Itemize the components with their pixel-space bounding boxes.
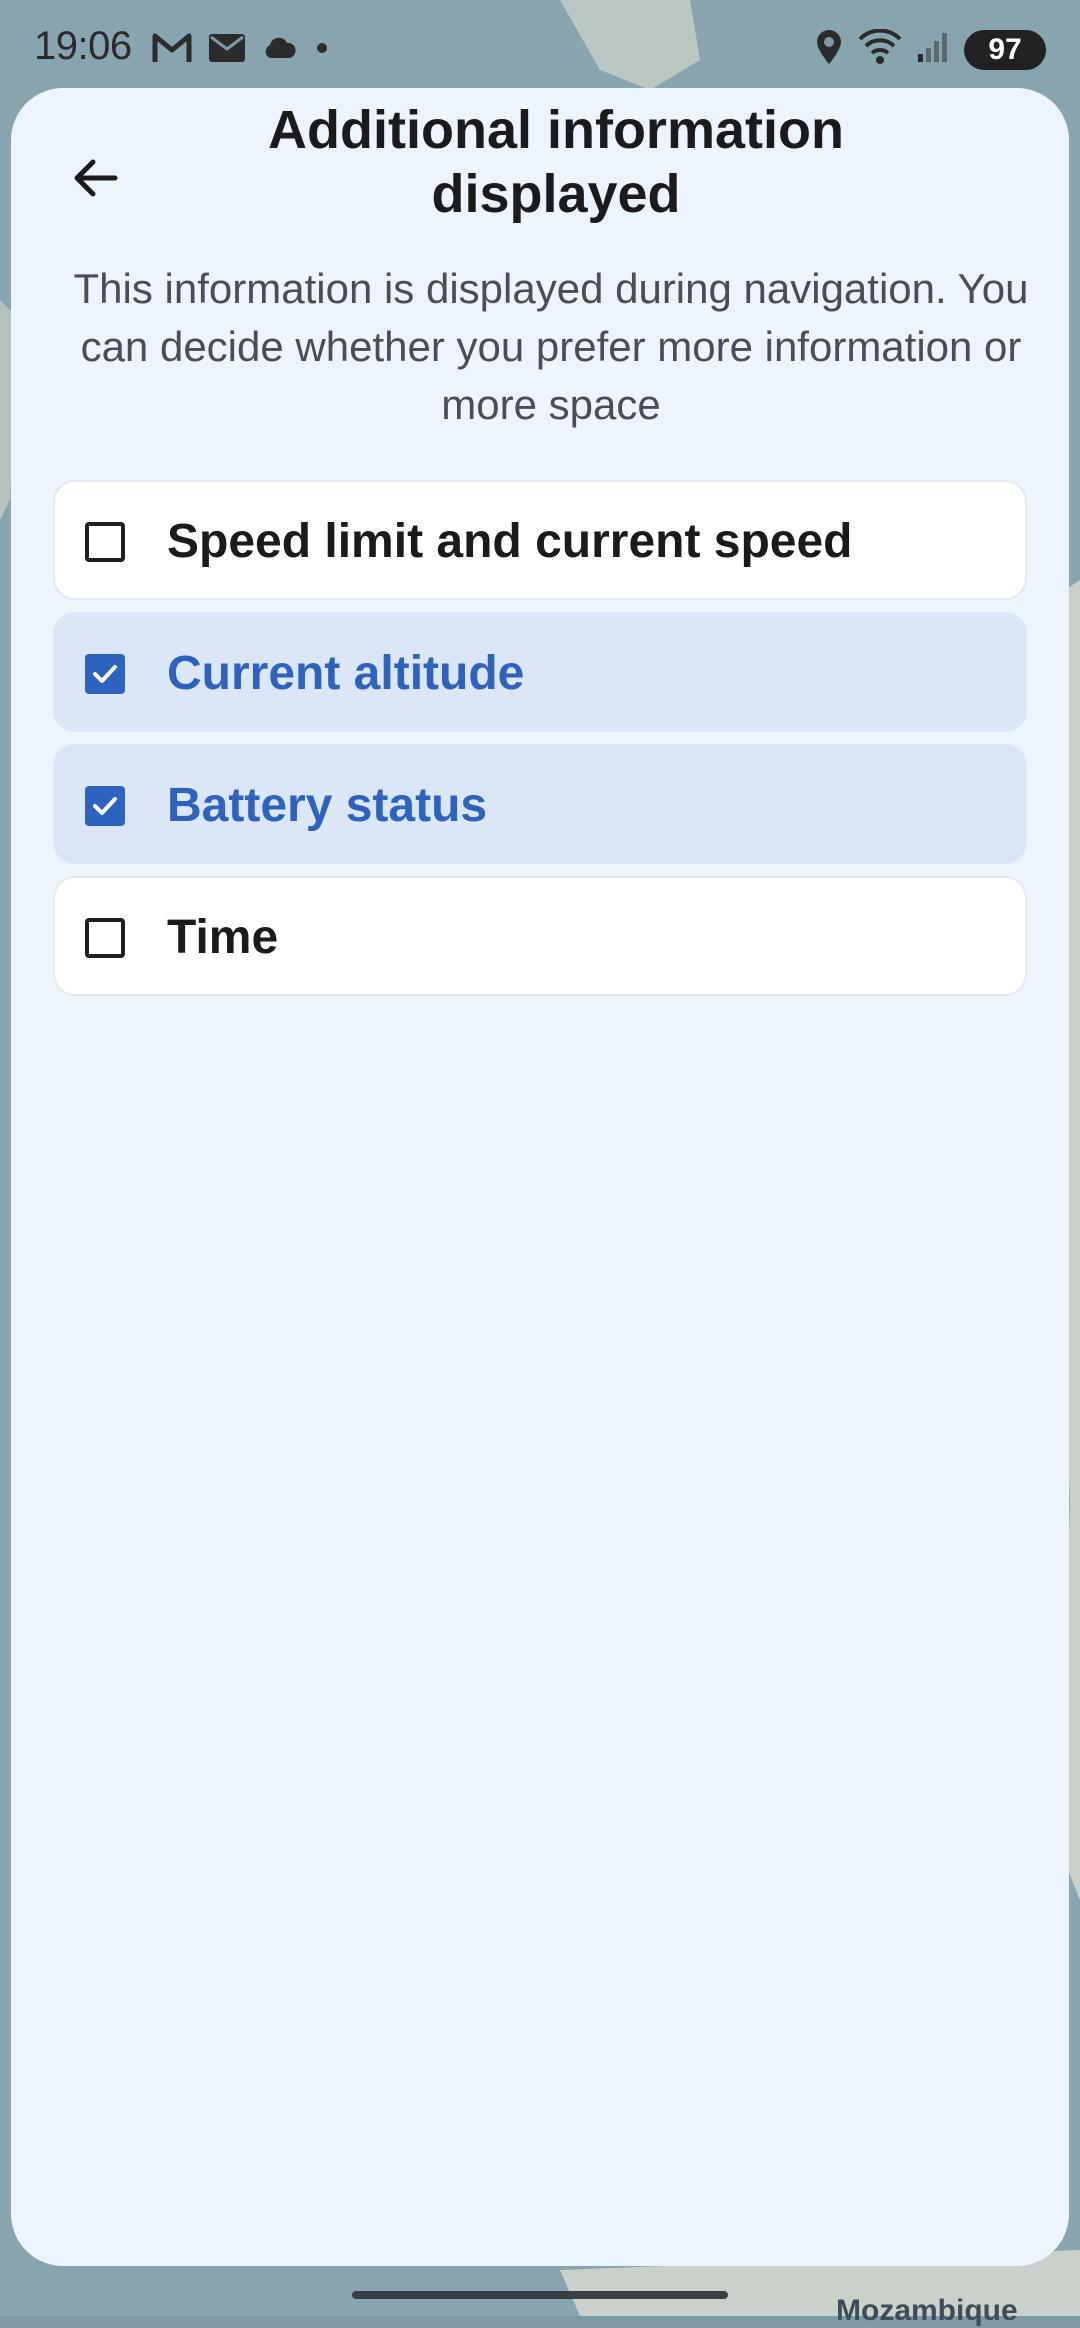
option-label: Current altitude [167, 647, 525, 700]
option-label: Speed limit and current speed [167, 515, 853, 568]
status-time: 19:06 [34, 24, 132, 68]
status-notification-icons [152, 32, 332, 69]
status-bar: 19:06 97 [0, 0, 1080, 96]
status-system-icons: 97 [814, 28, 1046, 71]
option-battery-status[interactable]: Battery status [53, 744, 1027, 864]
location-icon [814, 28, 844, 71]
option-time[interactable]: Time [53, 876, 1027, 996]
info-options-list: Speed limit and current speed Current al… [53, 480, 1027, 1008]
page-title: Additional information displayed [268, 100, 844, 224]
checkbox-checked-icon[interactable] [85, 786, 125, 826]
checkbox-unchecked-icon[interactable] [85, 918, 125, 958]
signal-icon [916, 30, 950, 69]
settings-sheet: Additional information displayed This in… [11, 88, 1069, 2266]
option-label: Time [167, 911, 279, 964]
checkbox-unchecked-icon[interactable] [85, 522, 125, 562]
dot-icon [312, 38, 332, 63]
gmail-icon [152, 32, 192, 69]
checkbox-checked-icon[interactable] [85, 654, 125, 694]
cloud-icon [262, 36, 296, 65]
page-description: This information is displayed during nav… [73, 265, 1029, 428]
wifi-icon [858, 28, 902, 70]
home-indicator[interactable] [352, 2291, 728, 2299]
option-current-altitude[interactable]: Current altitude [53, 612, 1027, 732]
mail-icon [208, 33, 246, 68]
option-label: Battery status [167, 779, 488, 832]
arrow-back-icon [71, 158, 119, 203]
back-button[interactable] [47, 132, 143, 228]
option-speed-limit[interactable]: Speed limit and current speed [53, 480, 1027, 600]
map-country-label: Mozambique [836, 2294, 1018, 2327]
battery-indicator: 97 [964, 29, 1046, 70]
